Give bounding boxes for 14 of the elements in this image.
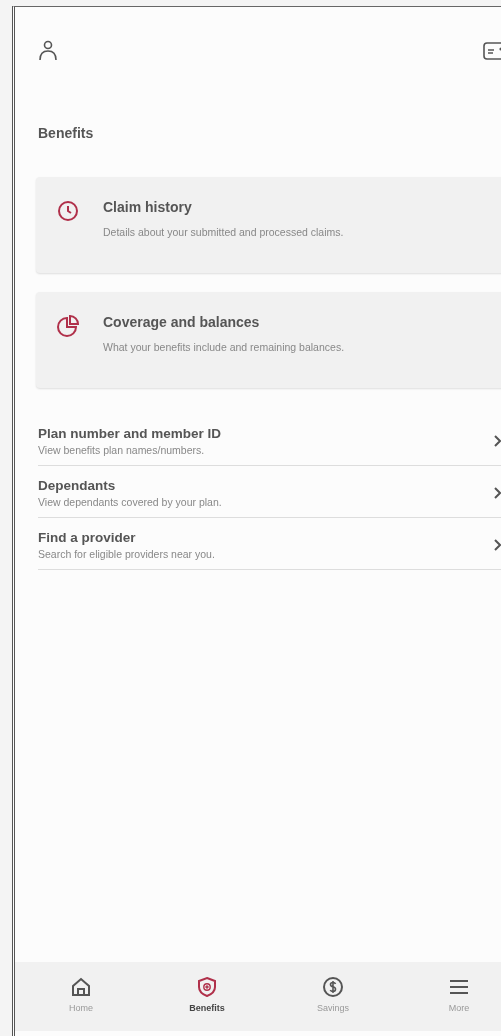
card[interactable]: Claim history Details about your submitted and processed claims. bbox=[36, 177, 501, 273]
list-item-description: Search for eligible providers near you. bbox=[38, 548, 215, 560]
page-title: Benefits bbox=[38, 125, 95, 141]
list-item-title[interactable]: Dependants bbox=[38, 478, 222, 493]
card-title: Claim history bbox=[103, 199, 193, 215]
card-description: Details about your submitted and processed claims. bbox=[103, 226, 344, 238]
card-title: Coverage and balances bbox=[103, 314, 261, 330]
list-item-description: View dependants covered by your plan. bbox=[38, 496, 222, 508]
list-item-description: View benefits plan names/numbers. bbox=[38, 444, 206, 456]
card-description: What your benefits include and remaining balances. bbox=[103, 341, 345, 353]
list-item-title[interactable]: Plan number and member ID bbox=[38, 426, 222, 441]
list-item-title[interactable]: Find a provider bbox=[38, 530, 215, 545]
card[interactable]: Coverage and balances What your benefits include and remaining balances. bbox=[36, 292, 501, 388]
nav-tab[interactable]: Benefits bbox=[144, 962, 270, 1031]
